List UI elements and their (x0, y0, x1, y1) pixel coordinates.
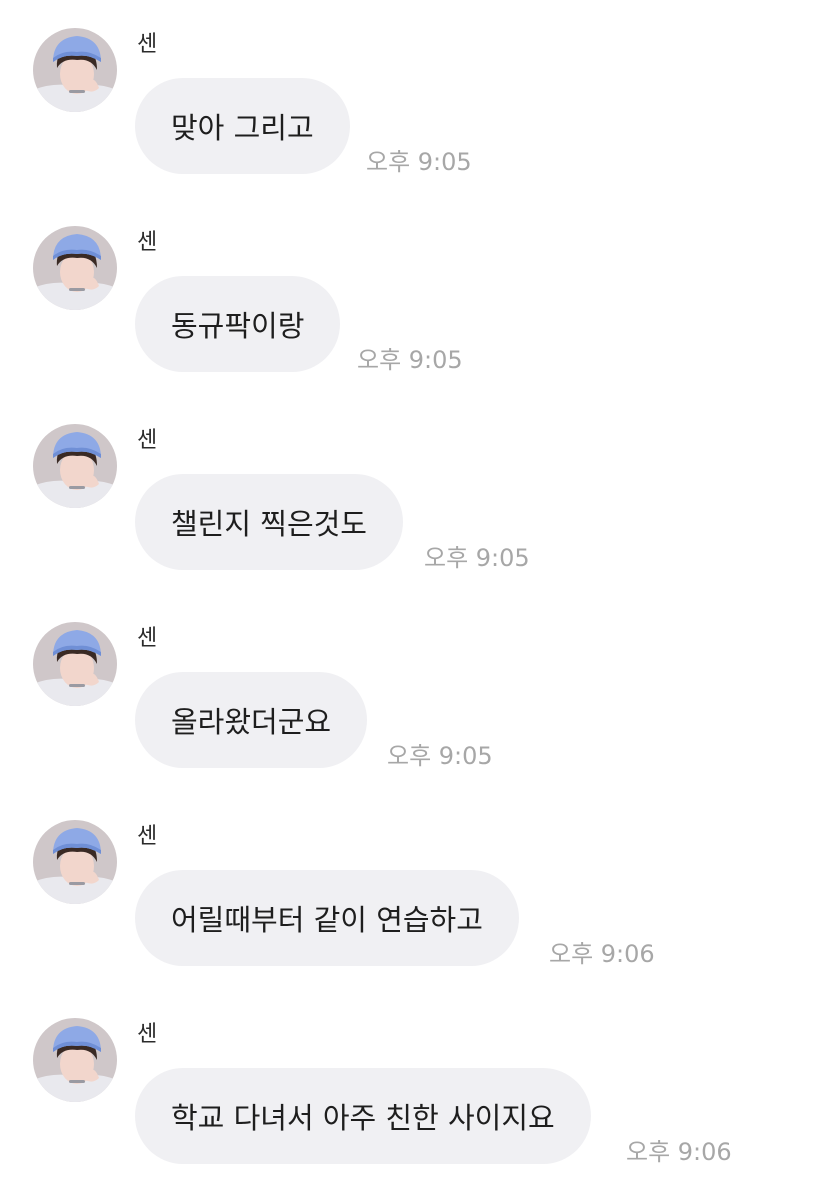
message-time: 오후 9:05 (366, 148, 472, 176)
message-time: 오후 9:06 (626, 1138, 732, 1166)
chat-message: 센 동규팍이랑 오후 9:05 (0, 198, 827, 374)
profile-photo-icon[interactable] (33, 28, 117, 112)
chat-message-list[interactable]: 센 맞아 그리고 오후 9:05 센 동규팍이랑 오후 9:05 센 챌린지 찍… (0, 0, 827, 1200)
sender-name: 센 (137, 824, 158, 849)
profile-photo-icon[interactable] (33, 424, 117, 508)
profile-photo-icon[interactable] (33, 820, 117, 904)
message-bubble[interactable]: 챌린지 찍은것도 (135, 474, 403, 570)
sender-name: 센 (137, 32, 158, 57)
message-time: 오후 9:06 (549, 940, 655, 968)
chat-message: 센 학교 다녀서 아주 친한 사이지요 오후 9:06 (0, 990, 827, 1166)
chat-message: 센 맞아 그리고 오후 9:05 (0, 0, 827, 176)
message-time: 오후 9:05 (387, 742, 493, 770)
message-bubble[interactable]: 어릴때부터 같이 연습하고 (135, 870, 519, 966)
chat-message: 센 올라왔더군요 오후 9:05 (0, 594, 827, 770)
message-time: 오후 9:05 (424, 544, 530, 572)
sender-name: 센 (137, 1022, 158, 1047)
sender-name: 센 (137, 428, 158, 453)
chat-message: 센 어릴때부터 같이 연습하고 오후 9:06 (0, 792, 827, 968)
chat-message: 센 챌린지 찍은것도 오후 9:05 (0, 396, 827, 572)
message-time: 오후 9:05 (357, 346, 463, 374)
message-bubble[interactable]: 올라왔더군요 (135, 672, 368, 768)
message-bubble[interactable]: 동규팍이랑 (135, 276, 341, 372)
profile-photo-icon[interactable] (33, 1018, 117, 1102)
message-bubble[interactable]: 학교 다녀서 아주 친한 사이지요 (135, 1068, 591, 1164)
profile-photo-icon[interactable] (33, 226, 117, 310)
sender-name: 센 (137, 626, 158, 651)
sender-name: 센 (137, 230, 158, 255)
message-bubble[interactable]: 맞아 그리고 (135, 78, 350, 174)
profile-photo-icon[interactable] (33, 622, 117, 706)
